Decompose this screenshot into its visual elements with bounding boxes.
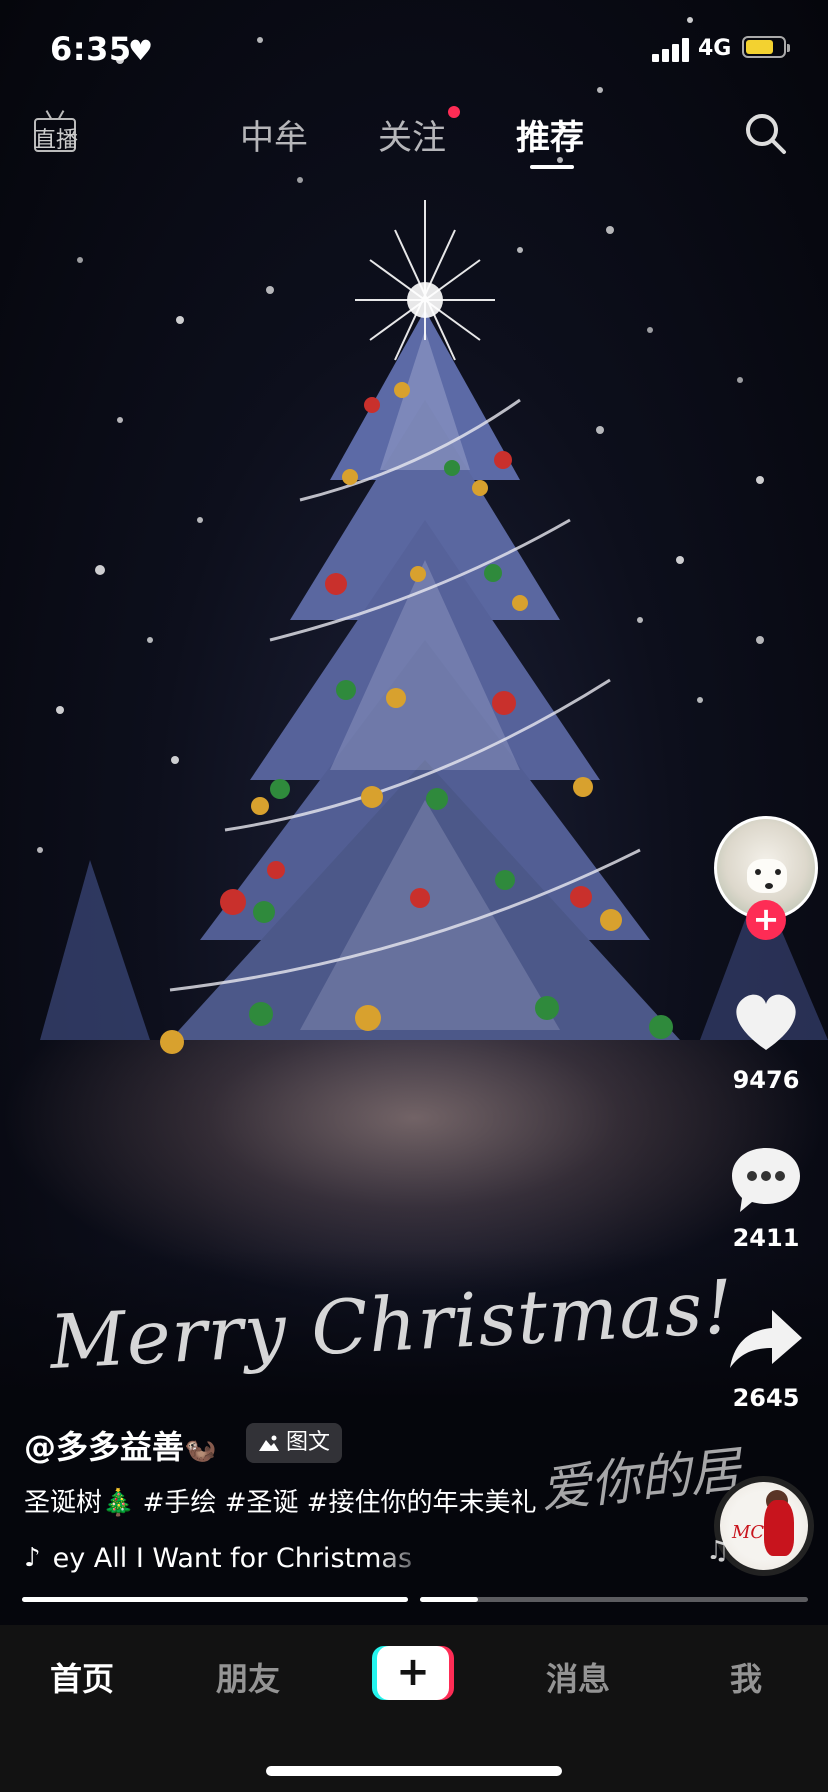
bear-emoji-icon: 🦦	[184, 1435, 217, 1465]
video-description[interactable]: 圣诞树🎄 #手绘 #圣诞 #接住你的年末美礼	[24, 1482, 624, 1519]
tab-following[interactable]: 关注	[378, 110, 446, 159]
live-tv-button[interactable]: 直播	[32, 110, 80, 156]
image-post-tag[interactable]: 图文	[246, 1423, 343, 1463]
plus-icon: +	[377, 1646, 449, 1700]
battery-fill	[746, 40, 773, 54]
image-progress-segment-1	[22, 1597, 408, 1602]
like-count: 9476	[732, 1066, 800, 1094]
like-heart-icon[interactable]	[726, 980, 806, 1060]
battery-icon	[742, 36, 790, 58]
image-progress-segment-2	[420, 1597, 808, 1602]
nav-me[interactable]: 我	[730, 1654, 762, 1700]
nav-friends[interactable]: 朋友	[216, 1654, 280, 1700]
tiktok-note-icon: ♪	[24, 1543, 41, 1573]
tab-recommended[interactable]: 推荐	[516, 110, 584, 159]
music-info[interactable]: ♪ ey All I Want for Christmas	[24, 1538, 433, 1578]
tab-local[interactable]: 中牟	[240, 110, 308, 159]
active-tab-underline	[530, 165, 574, 169]
author-name[interactable]: @多多益善🦦	[24, 1422, 216, 1468]
image-icon	[259, 1435, 279, 1451]
status-time: 6:35	[50, 30, 132, 68]
share-count: 2645	[732, 1384, 800, 1412]
nav-messages[interactable]: 消息	[546, 1654, 610, 1700]
live-label: 直播	[34, 128, 79, 153]
nav-home[interactable]: 首页	[50, 1654, 114, 1700]
home-indicator	[266, 1766, 562, 1776]
music-title: ey All I Want for Christmas	[52, 1542, 413, 1574]
search-icon[interactable]	[744, 112, 788, 156]
status-bar: 6:35 ♥ 4G	[0, 0, 828, 96]
comment-count: 2411	[732, 1224, 800, 1252]
focus-heart-icon: ♥	[128, 34, 154, 67]
network-type: 4G	[698, 36, 732, 61]
music-note-icon: ♫	[706, 1536, 730, 1566]
signal-strength-icon	[652, 38, 692, 62]
comment-icon[interactable]	[726, 1140, 806, 1220]
follow-plus-button[interactable]: +	[746, 900, 786, 940]
christmas-tree-artwork	[37, 17, 828, 1054]
share-arrow-icon[interactable]	[726, 1300, 806, 1380]
following-notification-dot	[448, 106, 460, 118]
image-progress-fill	[420, 1597, 479, 1602]
create-post-button[interactable]: +	[372, 1646, 454, 1700]
